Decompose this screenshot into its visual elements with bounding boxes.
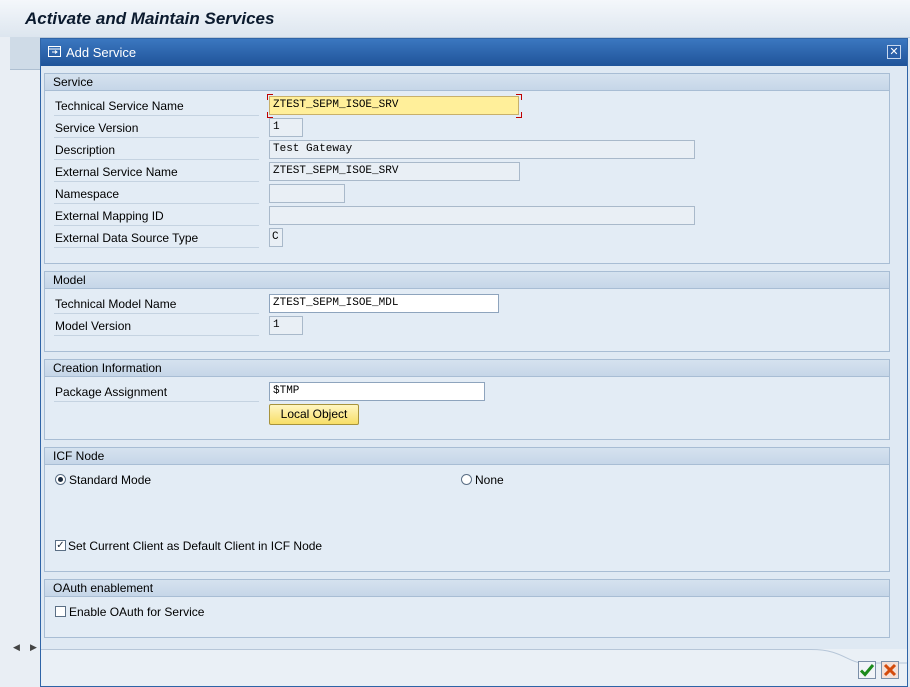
- service-group-header: Service: [45, 74, 889, 91]
- scroll-left-icon[interactable]: ◀: [13, 642, 20, 653]
- namespace-label: Namespace: [54, 184, 259, 204]
- dialog-title: Add Service: [66, 45, 137, 60]
- external-data-source-type-field[interactable]: C: [269, 228, 283, 247]
- app-title: Activate and Maintain Services: [25, 9, 275, 28]
- creation-information-group: Creation Information Package Assignment …: [44, 359, 890, 440]
- oauth-enablement-header: OAuth enablement: [45, 580, 889, 597]
- creation-information-header: Creation Information: [45, 360, 889, 377]
- app-title-bar: Activate and Maintain Services: [0, 0, 910, 38]
- checkmark-icon: [859, 664, 875, 677]
- icf-node-header: ICF Node: [45, 448, 889, 465]
- set-default-client-label: Set Current Client as Default Client in …: [68, 539, 323, 553]
- none-label: None: [475, 473, 504, 487]
- technical-model-name-field[interactable]: ZTEST_SEPM_ISOE_MDL: [269, 294, 499, 313]
- set-default-client-checkbox[interactable]: ✓: [55, 540, 66, 551]
- standard-mode-radio[interactable]: [55, 474, 66, 485]
- standard-mode-label: Standard Mode: [69, 473, 152, 487]
- focus-corner-icon: [516, 112, 522, 118]
- dialog-window-icon: [48, 46, 61, 57]
- dialog-footer: [41, 649, 907, 686]
- model-version-label: Model Version: [54, 316, 259, 336]
- radio-selected-dot: [58, 477, 63, 482]
- technical-service-name-label: Technical Service Name: [54, 96, 259, 116]
- description-label: Description: [54, 140, 259, 160]
- close-icon[interactable]: ✕: [887, 45, 901, 59]
- add-service-dialog: Add Service ✕ Service Technical Service …: [40, 38, 908, 687]
- focus-corner-icon: [267, 94, 273, 100]
- enable-oauth-label: Enable OAuth for Service: [69, 605, 205, 619]
- ok-button[interactable]: [858, 661, 876, 679]
- service-version-label: Service Version: [54, 118, 259, 138]
- enable-oauth-checkbox[interactable]: [55, 606, 66, 617]
- technical-service-name-field[interactable]: ZTEST_SEPM_ISOE_SRV: [269, 96, 519, 115]
- package-assignment-field[interactable]: $TMP: [269, 382, 485, 401]
- focus-corner-icon: [516, 94, 522, 100]
- service-version-field[interactable]: 1: [269, 118, 303, 137]
- oauth-enablement-group: OAuth enablement Enable OAuth for Servic…: [44, 579, 890, 638]
- dialog-title-bar[interactable]: Add Service ✕: [41, 39, 907, 66]
- external-data-source-type-label: External Data Source Type: [54, 228, 259, 248]
- none-radio[interactable]: [461, 474, 472, 485]
- app-toolbar-strip: [10, 37, 40, 70]
- cancel-x-icon: [883, 663, 897, 677]
- app-left-panel: [0, 37, 40, 687]
- external-mapping-id-field[interactable]: [269, 206, 695, 225]
- description-field[interactable]: Test Gateway: [269, 140, 695, 159]
- service-group: Service Technical Service Name ZTEST_SEP…: [44, 73, 890, 264]
- external-service-name-field[interactable]: ZTEST_SEPM_ISOE_SRV: [269, 162, 520, 181]
- model-group: Model Technical Model Name ZTEST_SEPM_IS…: [44, 271, 890, 352]
- model-version-field[interactable]: 1: [269, 316, 303, 335]
- scroll-right-icon[interactable]: ▶: [30, 642, 37, 653]
- icf-node-group: ICF Node Standard Mode None ✓ Set Curren…: [44, 447, 890, 572]
- external-mapping-id-label: External Mapping ID: [54, 206, 259, 226]
- local-object-button[interactable]: Local Object: [269, 404, 359, 425]
- technical-model-name-label: Technical Model Name: [54, 294, 259, 314]
- namespace-field[interactable]: [269, 184, 345, 203]
- model-group-header: Model: [45, 272, 889, 289]
- package-assignment-label: Package Assignment: [54, 382, 259, 402]
- cancel-button[interactable]: [881, 661, 899, 679]
- external-service-name-label: External Service Name: [54, 162, 259, 182]
